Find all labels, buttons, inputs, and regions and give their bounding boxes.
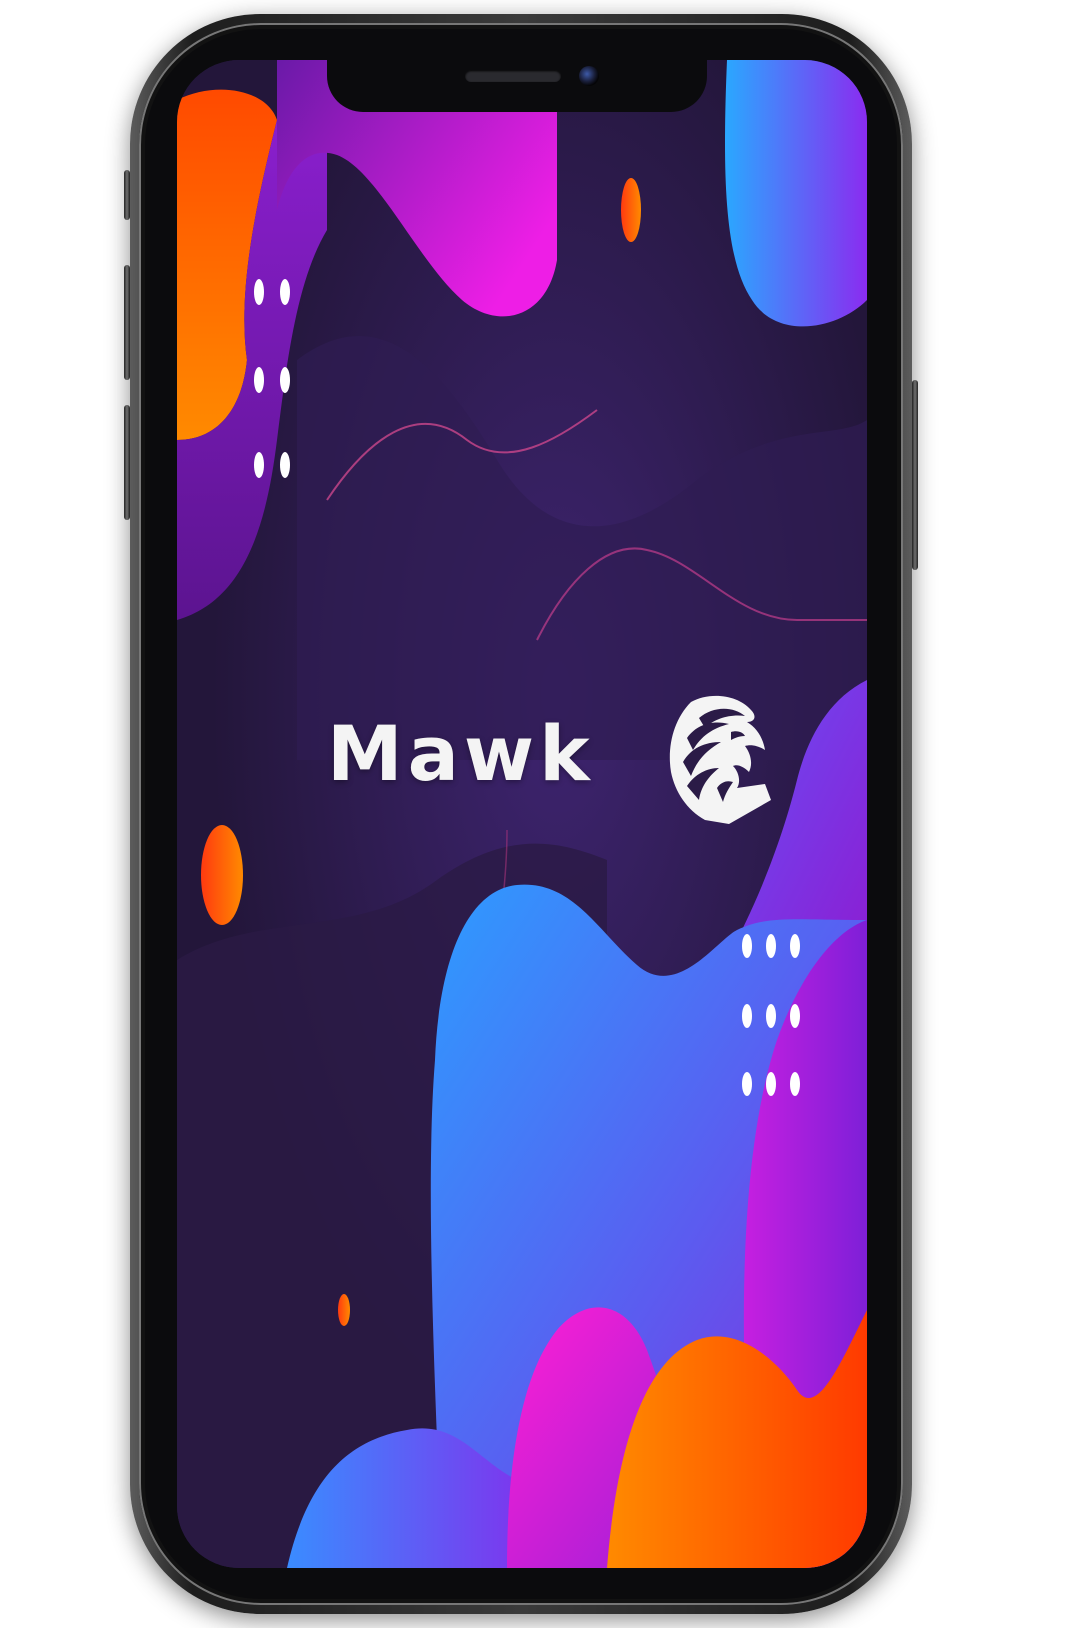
app-logo: Mawk [327, 692, 787, 832]
front-camera-icon [579, 66, 599, 86]
eagle-head-icon [669, 695, 771, 824]
earpiece-speaker [465, 70, 561, 82]
device-notch [327, 60, 707, 112]
power-button [912, 380, 918, 570]
app-name: Mawk [327, 709, 595, 798]
splash-screen: Mawk [177, 60, 867, 1568]
device-mockup: Mawk [0, 0, 1076, 1628]
